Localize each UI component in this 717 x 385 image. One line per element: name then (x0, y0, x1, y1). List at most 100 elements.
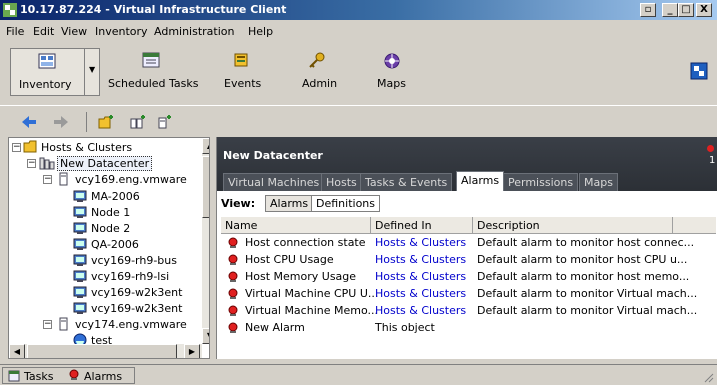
tree-item-vm[interactable]: vcy169-rh9-bus (9, 253, 199, 269)
column-defined-in[interactable]: Defined In (371, 217, 473, 233)
forward-arrow-icon[interactable] (54, 116, 68, 128)
table-row[interactable]: Virtual Machine CPU U... Hosts & Cluster… (221, 286, 716, 303)
window-title: 10.17.87.224 - Virtual Infrastructure Cl… (20, 3, 287, 16)
tree-horizontal-scrollbar[interactable]: ◀ ▶ (9, 344, 202, 358)
inventory-label: Inventory (19, 78, 72, 91)
new-datacenter-icon[interactable] (130, 114, 146, 130)
resize-grip-icon[interactable] (702, 371, 714, 383)
tree-item-vm[interactable]: MA-2006 (9, 189, 199, 205)
vi-client-icon (3, 3, 17, 17)
tab-permissions[interactable]: Permissions (503, 173, 579, 191)
view-definitions-button[interactable]: Definitions (311, 195, 380, 212)
collapse-icon[interactable]: − (27, 159, 36, 168)
alarm-icon (228, 254, 238, 265)
admin-label: Admin (302, 77, 338, 90)
scheduled-tasks-icon (142, 52, 160, 68)
alarm-indicator-icon (707, 145, 714, 152)
table-row[interactable]: New Alarm This object (221, 320, 716, 337)
vm-icon (73, 286, 87, 298)
folder-icon (23, 140, 37, 153)
maps-label: Maps (377, 77, 406, 90)
view-alarms-button[interactable]: Alarms (265, 195, 314, 212)
vm-icon (73, 270, 87, 282)
panel-header: New Datacenter 1 Virtual Machines Hosts … (217, 137, 717, 197)
close-button[interactable]: X (696, 3, 712, 17)
tree-item-new-datacenter[interactable]: − New Datacenter (9, 156, 199, 172)
new-host-icon[interactable] (156, 114, 172, 130)
dropdown-arrow-icon[interactable]: ▼ (89, 65, 95, 74)
inventory-button[interactable]: Inventory ▼ (10, 48, 100, 96)
scheduled-tasks-button[interactable]: Scheduled Tasks (104, 48, 200, 96)
scroll-up-icon[interactable]: ▲ (202, 138, 209, 154)
tab-maps[interactable]: Maps (579, 173, 618, 191)
inventory-tree[interactable]: − Hosts & Clusters − New Datacenter − vc… (8, 137, 210, 359)
vm-icon (73, 222, 87, 234)
tree-item-vm[interactable]: Node 2 (9, 221, 199, 237)
scroll-down-icon[interactable]: ▼ (202, 328, 209, 344)
events-button[interactable]: Events (218, 48, 268, 96)
vm-icon (73, 302, 87, 314)
column-name[interactable]: Name (221, 217, 371, 233)
scroll-left-icon[interactable]: ◀ (9, 344, 25, 358)
inventory-icon (38, 53, 56, 69)
back-arrow-icon[interactable] (22, 116, 36, 128)
tree-item-vm[interactable]: vcy169-rh9-lsi (9, 269, 199, 285)
alarm-icon (228, 271, 238, 282)
new-folder-icon[interactable] (98, 114, 114, 130)
admin-button[interactable]: Admin (292, 48, 342, 96)
menu-inventory[interactable]: Inventory (95, 25, 148, 38)
panel-title: New Datacenter (223, 149, 323, 162)
table-row[interactable]: Host CPU Usage Hosts & Clusters Default … (221, 252, 716, 269)
menu-bar: File Edit View Inventory Administration … (0, 21, 717, 41)
maps-button[interactable]: Maps (372, 48, 412, 96)
tree-item-host-vcy174[interactable]: − vcy174.eng.vmware (9, 317, 199, 333)
scheduled-tasks-label: Scheduled Tasks (108, 77, 199, 90)
table-row[interactable]: Virtual Machine Memo... Hosts & Clusters… (221, 303, 716, 320)
menu-help[interactable]: Help (248, 25, 273, 38)
alarms-status-button[interactable]: Alarms (84, 370, 122, 383)
menu-administration[interactable]: Administration (154, 25, 235, 38)
alarm-icon (228, 322, 238, 333)
tree-item-vm[interactable]: vcy169-w2k3ent (9, 285, 199, 301)
tab-tasks-events[interactable]: Tasks & Events (360, 173, 453, 191)
alarm-icon (228, 237, 238, 248)
connect-icon[interactable] (690, 62, 708, 80)
tree-vertical-scrollbar[interactable]: ▲ ▼ (202, 138, 209, 344)
tree-item-host-vcy169[interactable]: − vcy169.eng.vmware (9, 172, 199, 188)
scroll-thumb[interactable] (202, 156, 209, 218)
alarm-count: 1 (709, 155, 716, 166)
title-bar[interactable]: 10.17.87.224 - Virtual Infrastructure Cl… (0, 0, 717, 20)
tab-hosts[interactable]: Hosts (321, 173, 362, 191)
restore-icon[interactable]: ▫ (640, 3, 656, 17)
tree-item-vm[interactable]: Node 1 (9, 205, 199, 221)
menu-edit[interactable]: Edit (33, 25, 54, 38)
tree-item-vm[interactable]: QA-2006 (9, 237, 199, 253)
key-icon (309, 52, 325, 68)
tasks-status-button[interactable]: Tasks (24, 370, 53, 383)
column-description[interactable]: Description (473, 217, 673, 233)
menu-file[interactable]: File (6, 25, 24, 38)
scroll-thumb-horizontal[interactable] (27, 344, 177, 358)
datacenter-panel: New Datacenter 1 Virtual Machines Hosts … (216, 137, 717, 359)
tasks-icon[interactable] (8, 370, 20, 382)
table-row[interactable]: Host connection state Hosts & Clusters D… (221, 235, 716, 252)
collapse-icon[interactable]: − (12, 143, 21, 152)
tree-item-hosts-clusters[interactable]: − Hosts & Clusters (9, 140, 199, 156)
tab-alarms[interactable]: Alarms (456, 171, 505, 193)
tab-virtual-machines[interactable]: Virtual Machines (223, 173, 325, 191)
minimize-button[interactable]: _ (662, 3, 678, 17)
datacenter-icon (39, 157, 55, 170)
host-icon (59, 317, 68, 331)
alarm-icon[interactable] (68, 369, 80, 381)
table-row[interactable]: Host Memory Usage Hosts & Clusters Defau… (221, 269, 716, 286)
maximize-button[interactable]: □ (678, 3, 694, 17)
vm-icon (73, 254, 87, 266)
events-label: Events (224, 77, 262, 90)
scroll-right-icon[interactable]: ▶ (184, 344, 200, 358)
maps-icon (384, 53, 400, 69)
tree-item-vm[interactable]: vcy169-w2k3ent (9, 301, 199, 317)
status-bar: Tasks Alarms (0, 364, 717, 385)
collapse-icon[interactable]: − (43, 175, 52, 184)
collapse-icon[interactable]: − (43, 320, 52, 329)
menu-view[interactable]: View (61, 25, 87, 38)
